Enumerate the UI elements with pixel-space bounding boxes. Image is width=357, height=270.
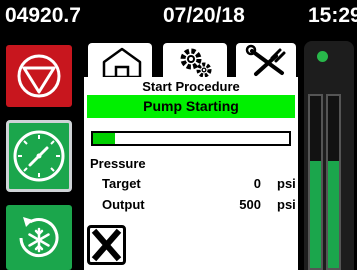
status-banner: Pump Starting — [87, 95, 295, 118]
gauge-fill — [310, 161, 321, 268]
target-label: Target — [102, 176, 141, 191]
output-value: 500 — [239, 197, 261, 212]
procedure-title: Start Procedure — [142, 79, 240, 94]
gauge-column — [326, 94, 341, 270]
tab-settings[interactable] — [161, 41, 229, 78]
stop-icon — [17, 54, 61, 98]
gauge-fill — [328, 161, 339, 268]
time-display: 15:29 — [308, 4, 357, 27]
output-label: Output — [102, 197, 145, 212]
target-value: 0 — [253, 176, 261, 191]
level-gauge — [304, 41, 354, 270]
tab-tools[interactable] — [234, 41, 298, 78]
date-display: 07/20/18 — [163, 4, 245, 27]
target-unit: psi — [277, 176, 296, 191]
close-icon — [91, 228, 122, 262]
stop-button[interactable] — [6, 45, 72, 107]
progress-bar — [91, 131, 291, 146]
defrost-cycle-button[interactable] — [6, 205, 72, 270]
progress-fill — [93, 133, 115, 144]
tab-home[interactable] — [86, 41, 154, 79]
engine-hours: 04920.7 — [5, 4, 81, 27]
pressure-label: Pressure — [90, 156, 146, 171]
defrost-cycle-icon — [19, 217, 59, 258]
gauge-column — [308, 94, 323, 270]
procedure-panel: Start Procedure Pump Starting Pressure T… — [84, 77, 298, 270]
pressure-gauge-icon — [13, 130, 65, 182]
gears-icon — [180, 48, 212, 78]
output-unit: psi — [277, 197, 296, 212]
status-indicator-dot — [317, 51, 328, 62]
cancel-button[interactable] — [87, 225, 126, 265]
tools-icon — [245, 44, 286, 76]
home-icon — [102, 47, 142, 79]
pressure-mode-button[interactable] — [6, 120, 72, 192]
